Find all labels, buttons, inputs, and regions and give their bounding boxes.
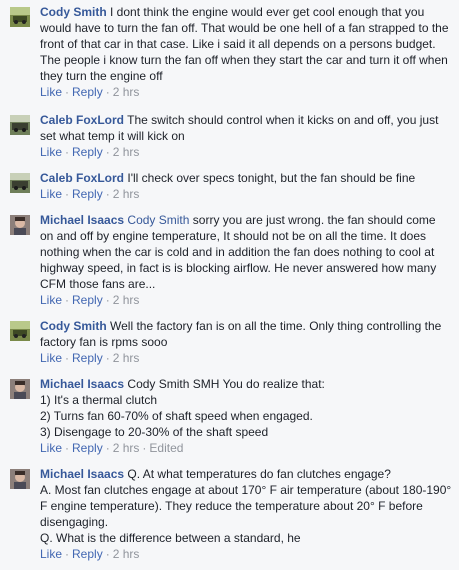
comment-author[interactable]: Michael Isaacs — [40, 213, 124, 227]
comment-actions: Like · Reply · 2 hrs — [40, 546, 452, 562]
comment-actions: Like · Reply · 2 hrs — [40, 144, 452, 160]
separator: · — [105, 85, 110, 99]
separator: · — [65, 293, 70, 307]
separator: · — [105, 547, 110, 561]
comment-thread: Cody Smith I dont think the engine would… — [0, 0, 459, 570]
comment-actions: Like · Reply · 2 hrs — [40, 84, 452, 100]
comment-timestamp[interactable]: 2 hrs — [113, 293, 140, 307]
separator: · — [65, 187, 70, 201]
comment-author[interactable]: Michael Isaacs — [40, 377, 124, 391]
avatar[interactable] — [10, 7, 30, 27]
comment-body: Caleb FoxLord I'll check over specs toni… — [40, 170, 452, 202]
separator: · — [142, 441, 147, 455]
like-link[interactable]: Like — [40, 547, 62, 561]
comment-timestamp[interactable]: 2 hrs — [113, 187, 140, 201]
mention-plain: Cody Smith — [127, 377, 190, 391]
avatar[interactable] — [10, 215, 30, 235]
comment-author[interactable]: Caleb FoxLord — [40, 171, 124, 185]
comment-actions: Like · Reply · 2 hrs — [40, 350, 452, 366]
reply-link[interactable]: Reply — [72, 145, 103, 159]
comment-text-lead: Cody Smith SMH You do realize that: — [127, 377, 324, 391]
comment-text: SMH You do realize that: — [192, 377, 325, 391]
comment-body: Cody Smith I dont think the engine would… — [40, 4, 452, 100]
comment-line: 2) Turns fan 60-70% of shaft speed when … — [40, 409, 313, 423]
mention-tag[interactable]: Cody Smith — [127, 213, 189, 227]
separator: · — [65, 85, 70, 99]
like-link[interactable]: Like — [40, 187, 62, 201]
separator: · — [65, 351, 70, 365]
comment-line: Q. What is the difference between a stan… — [40, 531, 301, 545]
comment-author[interactable]: Michael Isaacs — [40, 467, 124, 481]
like-link[interactable]: Like — [40, 85, 62, 99]
like-link[interactable]: Like — [40, 145, 62, 159]
comment-line: A. Most fan clutches engage at about 170… — [40, 483, 452, 529]
comment-body: Caleb FoxLord The switch should control … — [40, 112, 452, 160]
separator: · — [105, 293, 110, 307]
separator: · — [65, 441, 70, 455]
avatar[interactable] — [10, 321, 30, 341]
comment-body: Michael Isaacs Cody Smith sorry you are … — [40, 212, 452, 308]
like-link[interactable]: Like — [40, 351, 62, 365]
reply-link[interactable]: Reply — [72, 441, 103, 455]
comment-timestamp[interactable]: 2 hrs — [113, 85, 140, 99]
comment-body: Cody Smith Well the factory fan is on al… — [40, 318, 452, 366]
reply-link[interactable]: Reply — [72, 85, 103, 99]
comment-line: 3) Disengage to 20-30% of the shaft spee… — [40, 425, 269, 439]
comment-body: Michael Isaacs Q. At what temperatures d… — [40, 466, 452, 562]
like-link[interactable]: Like — [40, 293, 62, 307]
comment-timestamp[interactable]: 2 hrs — [113, 351, 140, 365]
avatar[interactable] — [10, 173, 30, 193]
edited-label[interactable]: Edited — [149, 441, 183, 455]
avatar[interactable] — [10, 379, 30, 399]
separator: · — [105, 441, 110, 455]
separator: · — [65, 145, 70, 159]
like-link[interactable]: Like — [40, 441, 62, 455]
comment-actions: Like · Reply · 2 hrs — [40, 186, 452, 202]
separator: · — [105, 187, 110, 201]
comment-text: Q. At what temperatures do fan clutches … — [127, 467, 391, 481]
avatar[interactable] — [10, 469, 30, 489]
comment-author[interactable]: Caleb FoxLord — [40, 113, 124, 127]
comment-timestamp[interactable]: 2 hrs — [113, 547, 140, 561]
reply-link[interactable]: Reply — [72, 351, 103, 365]
separator: · — [65, 547, 70, 561]
avatar[interactable] — [10, 115, 30, 135]
comment-timestamp[interactable]: 2 hrs — [113, 441, 140, 455]
reply-link[interactable]: Reply — [72, 547, 103, 561]
separator: · — [105, 145, 110, 159]
comment-actions: Like · Reply · 2 hrs — [40, 292, 452, 308]
comment-body: Michael Isaacs Cody Smith SMH You do rea… — [40, 376, 452, 456]
comment-text: I'll check over specs tonight, but the f… — [127, 171, 416, 185]
comment-actions: Like · Reply · 2 hrs · Edited — [40, 440, 452, 456]
comment-author[interactable]: Cody Smith — [40, 5, 107, 19]
comment-author[interactable]: Cody Smith — [40, 319, 107, 333]
comment-line: 1) It's a thermal clutch — [40, 393, 157, 407]
separator: · — [105, 351, 110, 365]
reply-link[interactable]: Reply — [72, 187, 103, 201]
reply-link[interactable]: Reply — [72, 293, 103, 307]
comment-timestamp[interactable]: 2 hrs — [113, 145, 140, 159]
